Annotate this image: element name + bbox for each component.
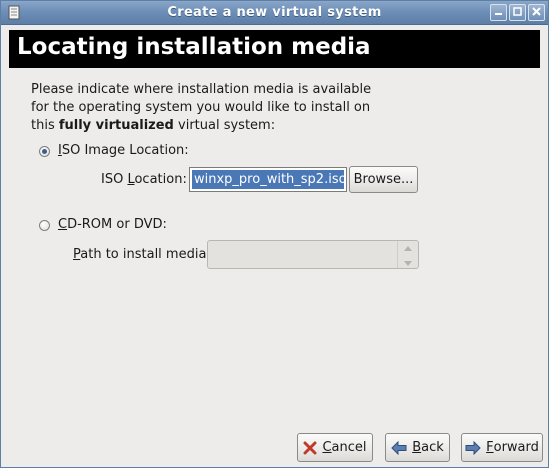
chevron-up-icon [404,240,412,255]
back-mnemonic: B [412,440,422,455]
window-title: Create a new virtual system [167,5,382,20]
back-label-rest: ack [421,440,444,455]
cdrom-dvd-radio[interactable] [39,220,50,231]
instructions-line-2: for the operating system you would like … [31,100,371,115]
forward-label-rest: orward [493,440,539,455]
instructions-line-3-suffix: virtual system: [173,118,276,133]
dialog-window: Create a new virtual system Locating ins… [0,0,549,468]
iso-location-value: winxp_pro_with_sp2.iso [192,170,344,189]
instructions-line-3-prefix: this [31,118,59,133]
cancel-mnemonic: C [322,440,332,455]
install-media-path-label-rest: ath to install media: [80,247,211,262]
combo-spin-arrows[interactable] [397,241,418,268]
forward-button[interactable]: Forward [461,433,543,462]
cancel-label-rest: ancel [331,440,367,455]
maximize-button[interactable] [509,4,526,21]
instructions-line-1: Please indicate where installation media… [31,82,372,97]
instructions-line-3: this fully virtualized virtual system: [31,117,451,135]
forward-mnemonic: F [486,440,494,455]
close-icon [532,5,541,20]
cdrom-dvd-label-rest: D-ROM or DVD: [67,217,167,232]
maximize-icon [513,5,522,20]
install-media-path-label: Path to install media: [73,247,211,262]
back-arrow-icon [391,440,407,455]
iso-location-label-rest: ocation: [134,172,187,187]
iso-location-input[interactable]: winxp_pro_with_sp2.iso [189,167,347,192]
instructions-emphasis: fully virtualized [58,118,174,133]
cdrom-dvd-radio-label[interactable]: CD-ROM or DVD: [58,217,167,232]
minimize-icon [494,5,503,20]
page-header: Locating installation media [9,30,540,68]
instructions-text: Please indicate where installation media… [31,81,451,135]
cancel-button[interactable]: Cancel [297,433,373,462]
cancel-x-icon [303,441,317,455]
install-media-path-combo[interactable] [207,240,419,269]
browse-button[interactable]: Browse... [349,166,418,193]
title-bar[interactable]: Create a new virtual system [1,1,548,25]
iso-image-label-rest: SO Image Location: [61,143,189,158]
minimize-button[interactable] [490,4,507,21]
iso-image-radio-label[interactable]: ISO Image Location: [58,143,189,158]
back-button[interactable]: Back [385,433,450,462]
iso-location-label-prefix: ISO [101,172,128,187]
forward-arrow-icon [465,440,481,455]
iso-image-radio[interactable] [39,146,50,157]
page-title: Locating installation media [17,34,371,60]
close-button[interactable] [528,4,545,21]
cdrom-dvd-mnemonic: C [58,217,68,232]
chevron-down-icon [404,255,412,270]
iso-location-label: ISO Location: [101,172,187,187]
